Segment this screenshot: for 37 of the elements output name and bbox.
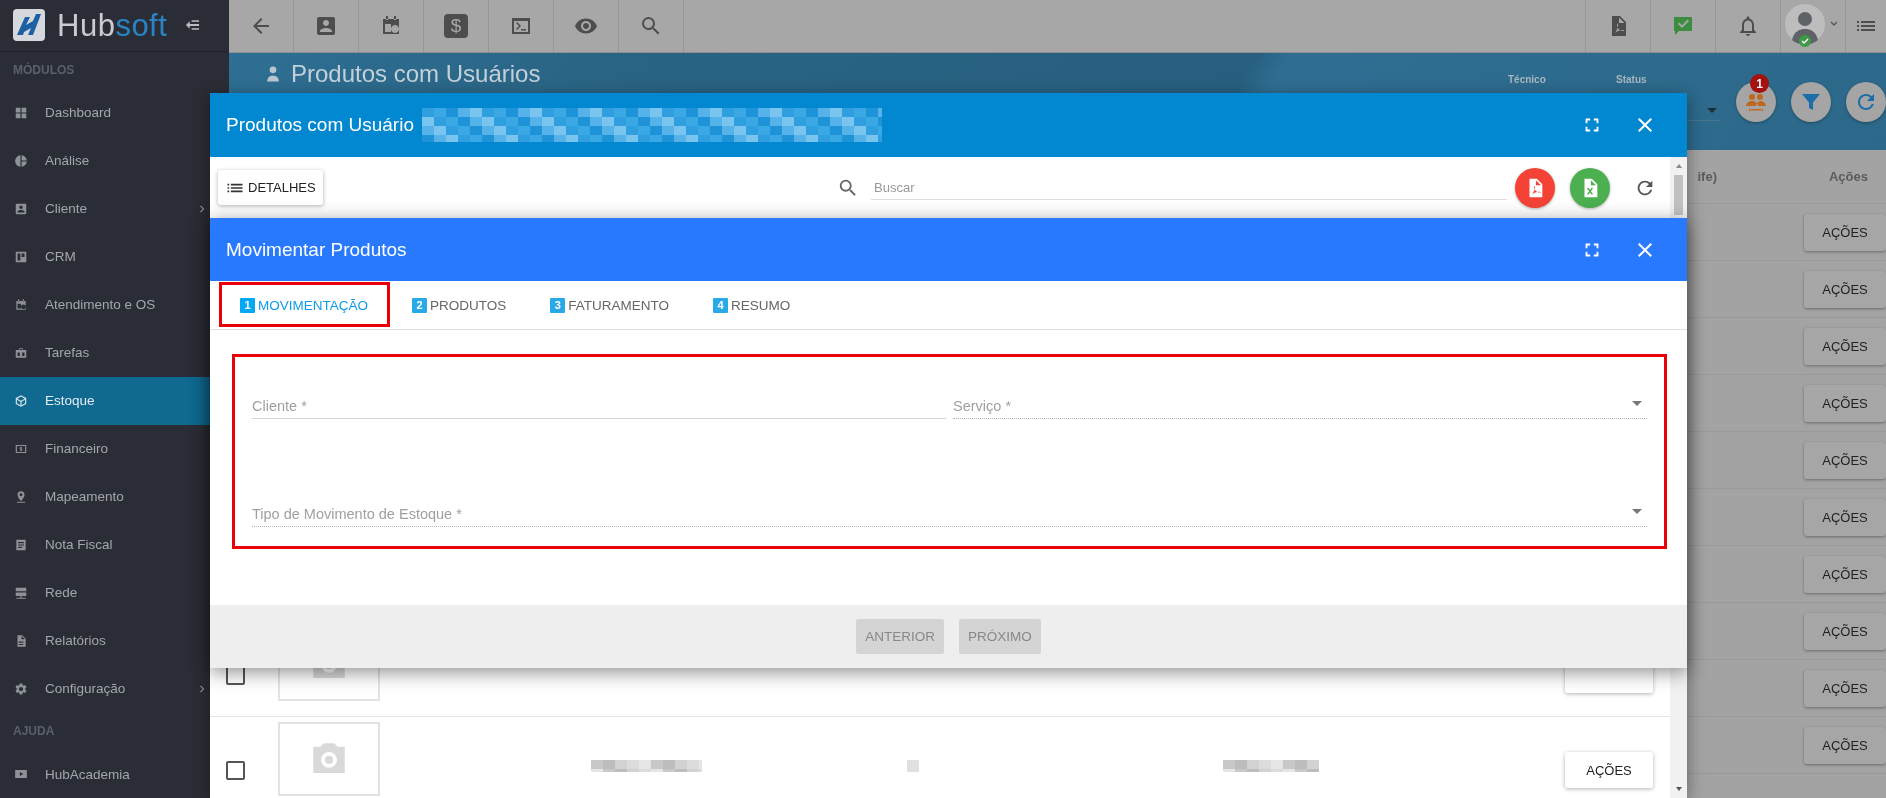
actions-button[interactable]: AÇÕES [1804,441,1886,479]
actions-button[interactable]: AÇÕES [1804,669,1886,707]
actions-button[interactable]: AÇÕES [1804,498,1886,536]
actions-button[interactable]: AÇÕES [1804,270,1886,308]
step-tab[interactable]: 2 PRODUTOS [390,281,529,329]
step-number: 3 [550,297,566,313]
sidebar-item[interactable]: HubAcademia [0,750,229,798]
sidebar-item[interactable]: Rede [0,568,229,617]
column-header: Ações [1828,169,1868,184]
step-number: 1 [240,297,255,313]
actions-button[interactable]: AÇÕES [1804,327,1886,365]
sidebar-item[interactable]: Mapeamento [0,472,229,521]
step-number: 2 [412,297,427,313]
dialog-title: Movimentar Produtos [226,238,407,261]
step-tab[interactable]: 3 FATURAMENTO [528,281,692,329]
actions-button[interactable]: AÇÕES [1804,213,1886,251]
details-button[interactable]: DETALHES [218,170,323,205]
step-tab[interactable]: 4 RESUMO [691,281,813,329]
actions-button[interactable]: AÇÕES [1804,726,1886,764]
dollar-icon[interactable]: $ [444,14,468,38]
filter-label: Status [1616,74,1647,85]
sidebar-item[interactable]: Relatórios [0,616,229,665]
filter-label: Técnico [1508,74,1546,85]
page-title: Produtos com Usuários [291,60,541,88]
column-header: ife) [1697,169,1717,184]
sidebar-item[interactable]: Financeiro [0,424,229,473]
dialog-title: Produtos com Usuário [226,114,414,136]
sidebar-item[interactable]: Tarefas [0,328,229,377]
actions-button[interactable]: AÇÕES [1804,555,1886,593]
sidebar-item[interactable]: Nota Fiscal [0,520,229,569]
actions-button[interactable]: AÇÕES [1804,612,1886,650]
sidebar-item[interactable]: Configuração [0,664,229,713]
logo-text: Hubsoft [57,9,168,41]
step-tab[interactable]: 1 MOVIMENTAÇÃO [218,281,390,329]
step-number: 4 [713,297,729,313]
actions-button[interactable]: AÇÕES [1565,752,1653,788]
actions-button[interactable]: AÇÕES [1804,384,1886,422]
